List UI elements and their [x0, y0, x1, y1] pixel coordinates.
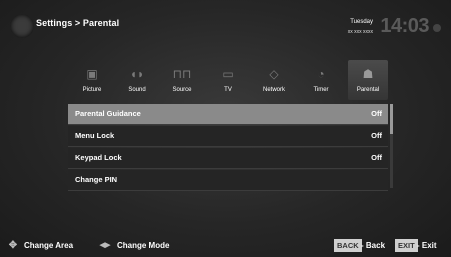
parental-icon: ☗: [362, 67, 374, 81]
scrollbar-thumb[interactable]: [390, 104, 393, 134]
tab-parental[interactable]: ☗ Parental: [348, 60, 388, 100]
item-label: Keypad Lock: [75, 153, 122, 162]
date-label: xx xxx xxxx: [347, 29, 373, 35]
item-label: Menu Lock: [75, 131, 115, 140]
change-mode-hint: Change Mode: [117, 241, 170, 250]
tab-tv[interactable]: ▭ TV: [208, 60, 248, 100]
back-hint: - Back: [361, 241, 386, 250]
menu-bubble-icon: [10, 14, 34, 38]
tab-label: Parental: [356, 87, 380, 93]
settings-list: Parental Guidance Off Menu Lock Off Keyp…: [68, 104, 388, 192]
item-label: Parental Guidance: [75, 109, 141, 118]
scrollbar[interactable]: [390, 104, 393, 188]
left-right-arrows-icon: ◀▶: [99, 242, 111, 249]
picture-icon: ▣: [86, 67, 98, 81]
item-value: Off: [371, 153, 382, 162]
tab-label: Source: [172, 87, 192, 93]
page-title: Settings > Parental: [36, 18, 120, 28]
footer-hints: ✥ Change Area ◀▶ Change Mode BACK - Back…: [0, 236, 451, 257]
tab-picture[interactable]: ▣ Picture: [72, 60, 112, 100]
source-icon: ⊓⊓: [172, 67, 192, 81]
tab-network[interactable]: ◇ Network: [254, 60, 294, 100]
header: Settings > Parental Tuesday xx xxx xxxx …: [0, 0, 451, 52]
network-icon: ◇: [269, 67, 279, 81]
tab-sound[interactable]: ◖◗ Sound: [117, 60, 157, 100]
clock: 14:03: [380, 15, 429, 37]
tv-settings-screen: Settings > Parental Tuesday xx xxx xxxx …: [0, 0, 451, 257]
tab-label: TV: [224, 87, 232, 93]
day-label: Tuesday: [350, 19, 373, 25]
list-item-keypad-lock[interactable]: Keypad Lock Off: [68, 148, 388, 169]
clock-decor-icon: [433, 24, 441, 32]
item-value: Off: [371, 131, 382, 140]
list-item-menu-lock[interactable]: Menu Lock Off: [68, 126, 388, 147]
tab-label: Timer: [313, 87, 329, 93]
list-item-change-pin[interactable]: Change PIN: [68, 170, 388, 191]
exit-hint: - Exit: [417, 241, 437, 250]
item-value: Off: [371, 109, 382, 118]
tab-source[interactable]: ⊓⊓ Source: [162, 60, 202, 100]
list-item-parental-guidance[interactable]: Parental Guidance Off: [68, 104, 388, 125]
dpad-arrows-icon: ✥: [8, 240, 18, 251]
change-area-hint: Change Area: [24, 241, 74, 250]
tab-timer[interactable]: ◔ Timer: [301, 60, 341, 100]
item-label: Change PIN: [75, 175, 118, 184]
timer-icon: ◔: [317, 67, 325, 81]
back-key[interactable]: BACK: [334, 239, 362, 252]
category-bar: ▣ Picture ◖◗ Sound ⊓⊓ Source ▭ TV ◇ Netw…: [72, 60, 390, 100]
exit-key[interactable]: EXIT: [395, 239, 418, 252]
tab-label: Network: [262, 87, 285, 93]
tv-icon: ▭: [222, 67, 234, 81]
sound-icon: ◖◗: [129, 67, 145, 81]
